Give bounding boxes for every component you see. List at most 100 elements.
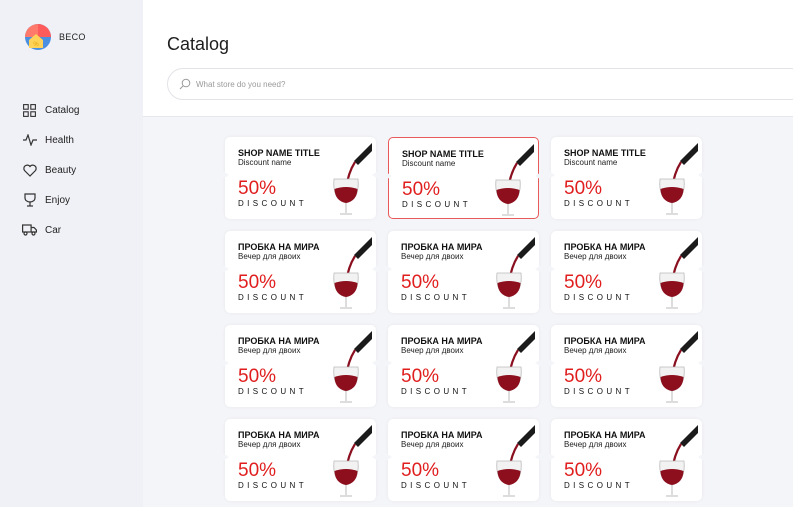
- discount-percent: 50%: [564, 178, 603, 199]
- search-icon: [179, 78, 191, 90]
- sidebar-item-label: Enjoy: [45, 194, 71, 206]
- shop-name: ПРОБКА НА МИРА: [401, 336, 483, 346]
- ticket-notch: [372, 170, 380, 180]
- discount-name: Discount name: [238, 158, 292, 167]
- discount-percent: 50%: [238, 366, 277, 387]
- discount-name: Вечер для двоих: [401, 346, 464, 355]
- discount-name: Вечер для двоих: [564, 346, 627, 355]
- search-bar[interactable]: [167, 68, 793, 100]
- discount-card[interactable]: ПРОБКА НА МИРА Вечер для двоих 50% DISCO…: [221, 419, 380, 501]
- discount-card[interactable]: ПРОБКА НА МИРА Вечер для двоих 50% DISCO…: [221, 325, 380, 407]
- brand[interactable]: % BECO: [23, 22, 86, 52]
- discount-percent: 50%: [238, 178, 277, 199]
- wine-pour-image: [496, 425, 535, 497]
- ticket-notch: [698, 452, 706, 462]
- discount-percent: 50%: [564, 460, 603, 481]
- wine-pour-image: [495, 144, 534, 216]
- discount-card[interactable]: SHOP NAME TITLE Discount name 50% DISCOU…: [384, 137, 543, 219]
- shop-name: SHOP NAME TITLE: [402, 149, 484, 159]
- sidebar-item-beauty[interactable]: Beauty: [22, 155, 79, 185]
- ticket-notch: [372, 264, 380, 274]
- wine-pour-image: [496, 331, 535, 403]
- discount-card[interactable]: ПРОБКА НА МИРА Вечер для двоих 50% DISCO…: [384, 231, 543, 313]
- sidebar-nav: Catalog Health Beauty Enjoy Car: [22, 95, 79, 245]
- brand-name: BECO: [59, 32, 86, 42]
- ticket-notch: [221, 452, 229, 462]
- discount-percent: 50%: [401, 460, 440, 481]
- shop-name: ПРОБКА НА МИРА: [401, 430, 483, 440]
- wine-pour-image: [333, 237, 372, 309]
- discount-label: DISCOUNT: [401, 481, 470, 490]
- shop-name: ПРОБКА НА МИРА: [564, 430, 646, 440]
- discount-percent: 50%: [402, 179, 441, 200]
- discount-card[interactable]: ПРОБКА НА МИРА Вечер для двоих 50% DISCO…: [384, 325, 543, 407]
- discount-card[interactable]: ПРОБКА НА МИРА Вечер для двоих 50% DISCO…: [221, 231, 380, 313]
- discount-card[interactable]: ПРОБКА НА МИРА Вечер для двоих 50% DISCO…: [547, 419, 706, 501]
- wine-pour-image: [659, 331, 698, 403]
- discount-label: DISCOUNT: [401, 293, 470, 302]
- discount-name: Вечер для двоих: [238, 252, 301, 261]
- goblet-icon: [22, 193, 37, 208]
- ticket-notch: [698, 170, 706, 180]
- wine-pour-image: [659, 425, 698, 497]
- logo-icon: %: [23, 22, 53, 52]
- sidebar-item-enjoy[interactable]: Enjoy: [22, 185, 79, 215]
- sidebar-item-catalog[interactable]: Catalog: [22, 95, 79, 125]
- ticket-notch: [535, 171, 543, 181]
- discount-label: DISCOUNT: [564, 387, 633, 396]
- discount-name: Вечер для двоих: [401, 252, 464, 261]
- ticket-notch: [535, 358, 543, 368]
- heart-icon: [22, 163, 37, 178]
- ticket-notch: [547, 264, 555, 274]
- discount-card[interactable]: SHOP NAME TITLE Discount name 50% DISCOU…: [547, 137, 706, 219]
- discount-name: Discount name: [564, 158, 618, 167]
- discount-name: Вечер для двоих: [401, 440, 464, 449]
- wine-pour-image: [659, 143, 698, 215]
- discount-card[interactable]: ПРОБКА НА МИРА Вечер для двоих 50% DISCO…: [547, 231, 706, 313]
- discount-label: DISCOUNT: [564, 293, 633, 302]
- sidebar-item-health[interactable]: Health: [22, 125, 79, 155]
- sidebar-item-car[interactable]: Car: [22, 215, 79, 245]
- shop-name: ПРОБКА НА МИРА: [401, 242, 483, 252]
- discount-percent: 50%: [238, 460, 277, 481]
- shop-name: ПРОБКА НА МИРА: [564, 336, 646, 346]
- shop-name: ПРОБКА НА МИРА: [238, 430, 320, 440]
- discount-card[interactable]: ПРОБКА НА МИРА Вечер для двоих 50% DISCO…: [547, 325, 706, 407]
- shop-name: SHOP NAME TITLE: [564, 148, 646, 158]
- wine-pour-image: [333, 425, 372, 497]
- grid-icon: [22, 103, 37, 118]
- discount-name: Discount name: [402, 159, 456, 168]
- ticket-notch: [221, 264, 229, 274]
- ticket-notch: [384, 171, 392, 181]
- discount-label: DISCOUNT: [402, 200, 471, 209]
- search-input[interactable]: [196, 79, 596, 89]
- page-title: Catalog: [167, 34, 230, 54]
- sidebar-item-label: Catalog: [45, 104, 80, 116]
- ticket-notch: [384, 452, 392, 462]
- discount-label: DISCOUNT: [238, 481, 307, 490]
- ticket-notch: [384, 358, 392, 368]
- ticket-notch: [221, 170, 229, 180]
- ticket-notch: [547, 358, 555, 368]
- discount-label: DISCOUNT: [564, 481, 633, 490]
- shop-name: SHOP NAME TITLE: [238, 148, 320, 158]
- discount-card[interactable]: SHOP NAME TITLE Discount name 50% DISCOU…: [221, 137, 380, 219]
- discount-name: Вечер для двоих: [238, 440, 301, 449]
- pulse-icon: [22, 133, 37, 148]
- shop-name: ПРОБКА НА МИРА: [238, 336, 320, 346]
- discount-percent: 50%: [401, 366, 440, 387]
- ticket-notch: [384, 264, 392, 274]
- ticket-notch: [372, 358, 380, 368]
- main-content: Catalog SHOP NAME TITLE Discount name 50…: [143, 0, 793, 507]
- wine-pour-image: [659, 237, 698, 309]
- ticket-notch: [535, 452, 543, 462]
- sidebar-item-label: Car: [45, 224, 62, 236]
- discount-label: DISCOUNT: [238, 387, 307, 396]
- discount-percent: 50%: [401, 272, 440, 293]
- ticket-notch: [372, 452, 380, 462]
- discount-name: Вечер для двоих: [564, 252, 627, 261]
- ticket-notch: [535, 264, 543, 274]
- discount-percent: 50%: [564, 366, 603, 387]
- discount-card[interactable]: ПРОБКА НА МИРА Вечер для двоих 50% DISCO…: [384, 419, 543, 501]
- truck-icon: [22, 223, 37, 238]
